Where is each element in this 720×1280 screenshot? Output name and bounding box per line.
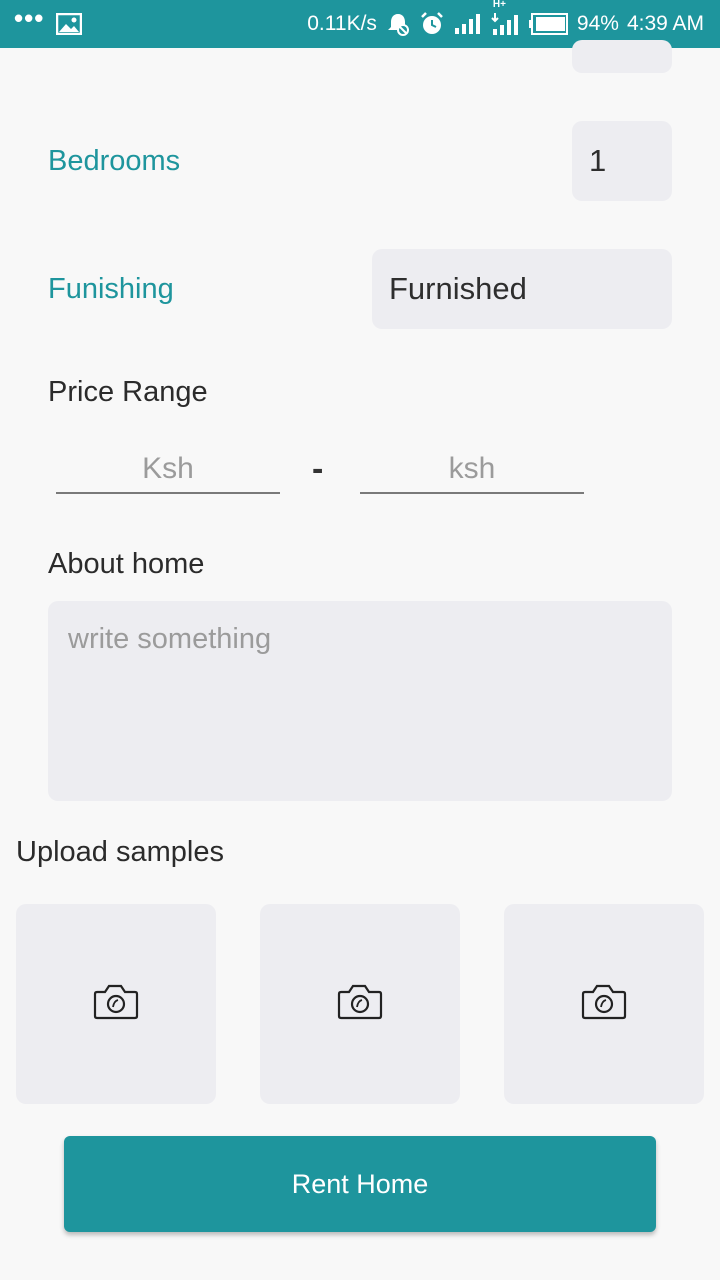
- overflow-dots: •••: [14, 3, 45, 33]
- camera-icon: [581, 984, 627, 1025]
- rent-home-button[interactable]: Rent Home: [64, 1136, 656, 1232]
- camera-icon: [93, 984, 139, 1025]
- alarm-icon: [419, 11, 445, 37]
- clock: 4:39 AM: [626, 12, 704, 35]
- network-type: H+: [492, 0, 506, 10]
- price-max-input[interactable]: [360, 446, 584, 494]
- furnishing-label: Funishing: [48, 273, 174, 305]
- gallery-icon: [56, 13, 83, 35]
- battery-percent: 94%: [576, 12, 619, 35]
- about-home-textarea[interactable]: [48, 601, 672, 801]
- bell-muted-icon: [385, 11, 411, 37]
- bedrooms-label: Bedrooms: [48, 145, 181, 177]
- upload-tile-1[interactable]: [16, 904, 216, 1104]
- price-range-title: Price Range: [48, 376, 208, 408]
- bedrooms-field[interactable]: 1: [572, 121, 672, 201]
- price-min-input[interactable]: [56, 446, 280, 494]
- furnishing-dropdown[interactable]: Furnished: [372, 249, 672, 329]
- signal-icon: [453, 12, 483, 36]
- furnishing-value: Furnished: [389, 271, 527, 306]
- bedrooms-value: 1: [589, 143, 607, 178]
- mobile-data-icon: H+: [491, 0, 521, 37]
- about-home-title: About home: [48, 548, 205, 580]
- price-separator: -: [312, 450, 324, 488]
- previous-field-box[interactable]: [572, 40, 672, 73]
- battery-icon: [528, 13, 569, 35]
- camera-icon: [337, 984, 383, 1025]
- upload-tile-3[interactable]: [504, 904, 704, 1104]
- upload-samples-title: Upload samples: [16, 836, 224, 868]
- network-speed: 0.11K/s: [307, 12, 377, 35]
- upload-tile-2[interactable]: [260, 904, 460, 1104]
